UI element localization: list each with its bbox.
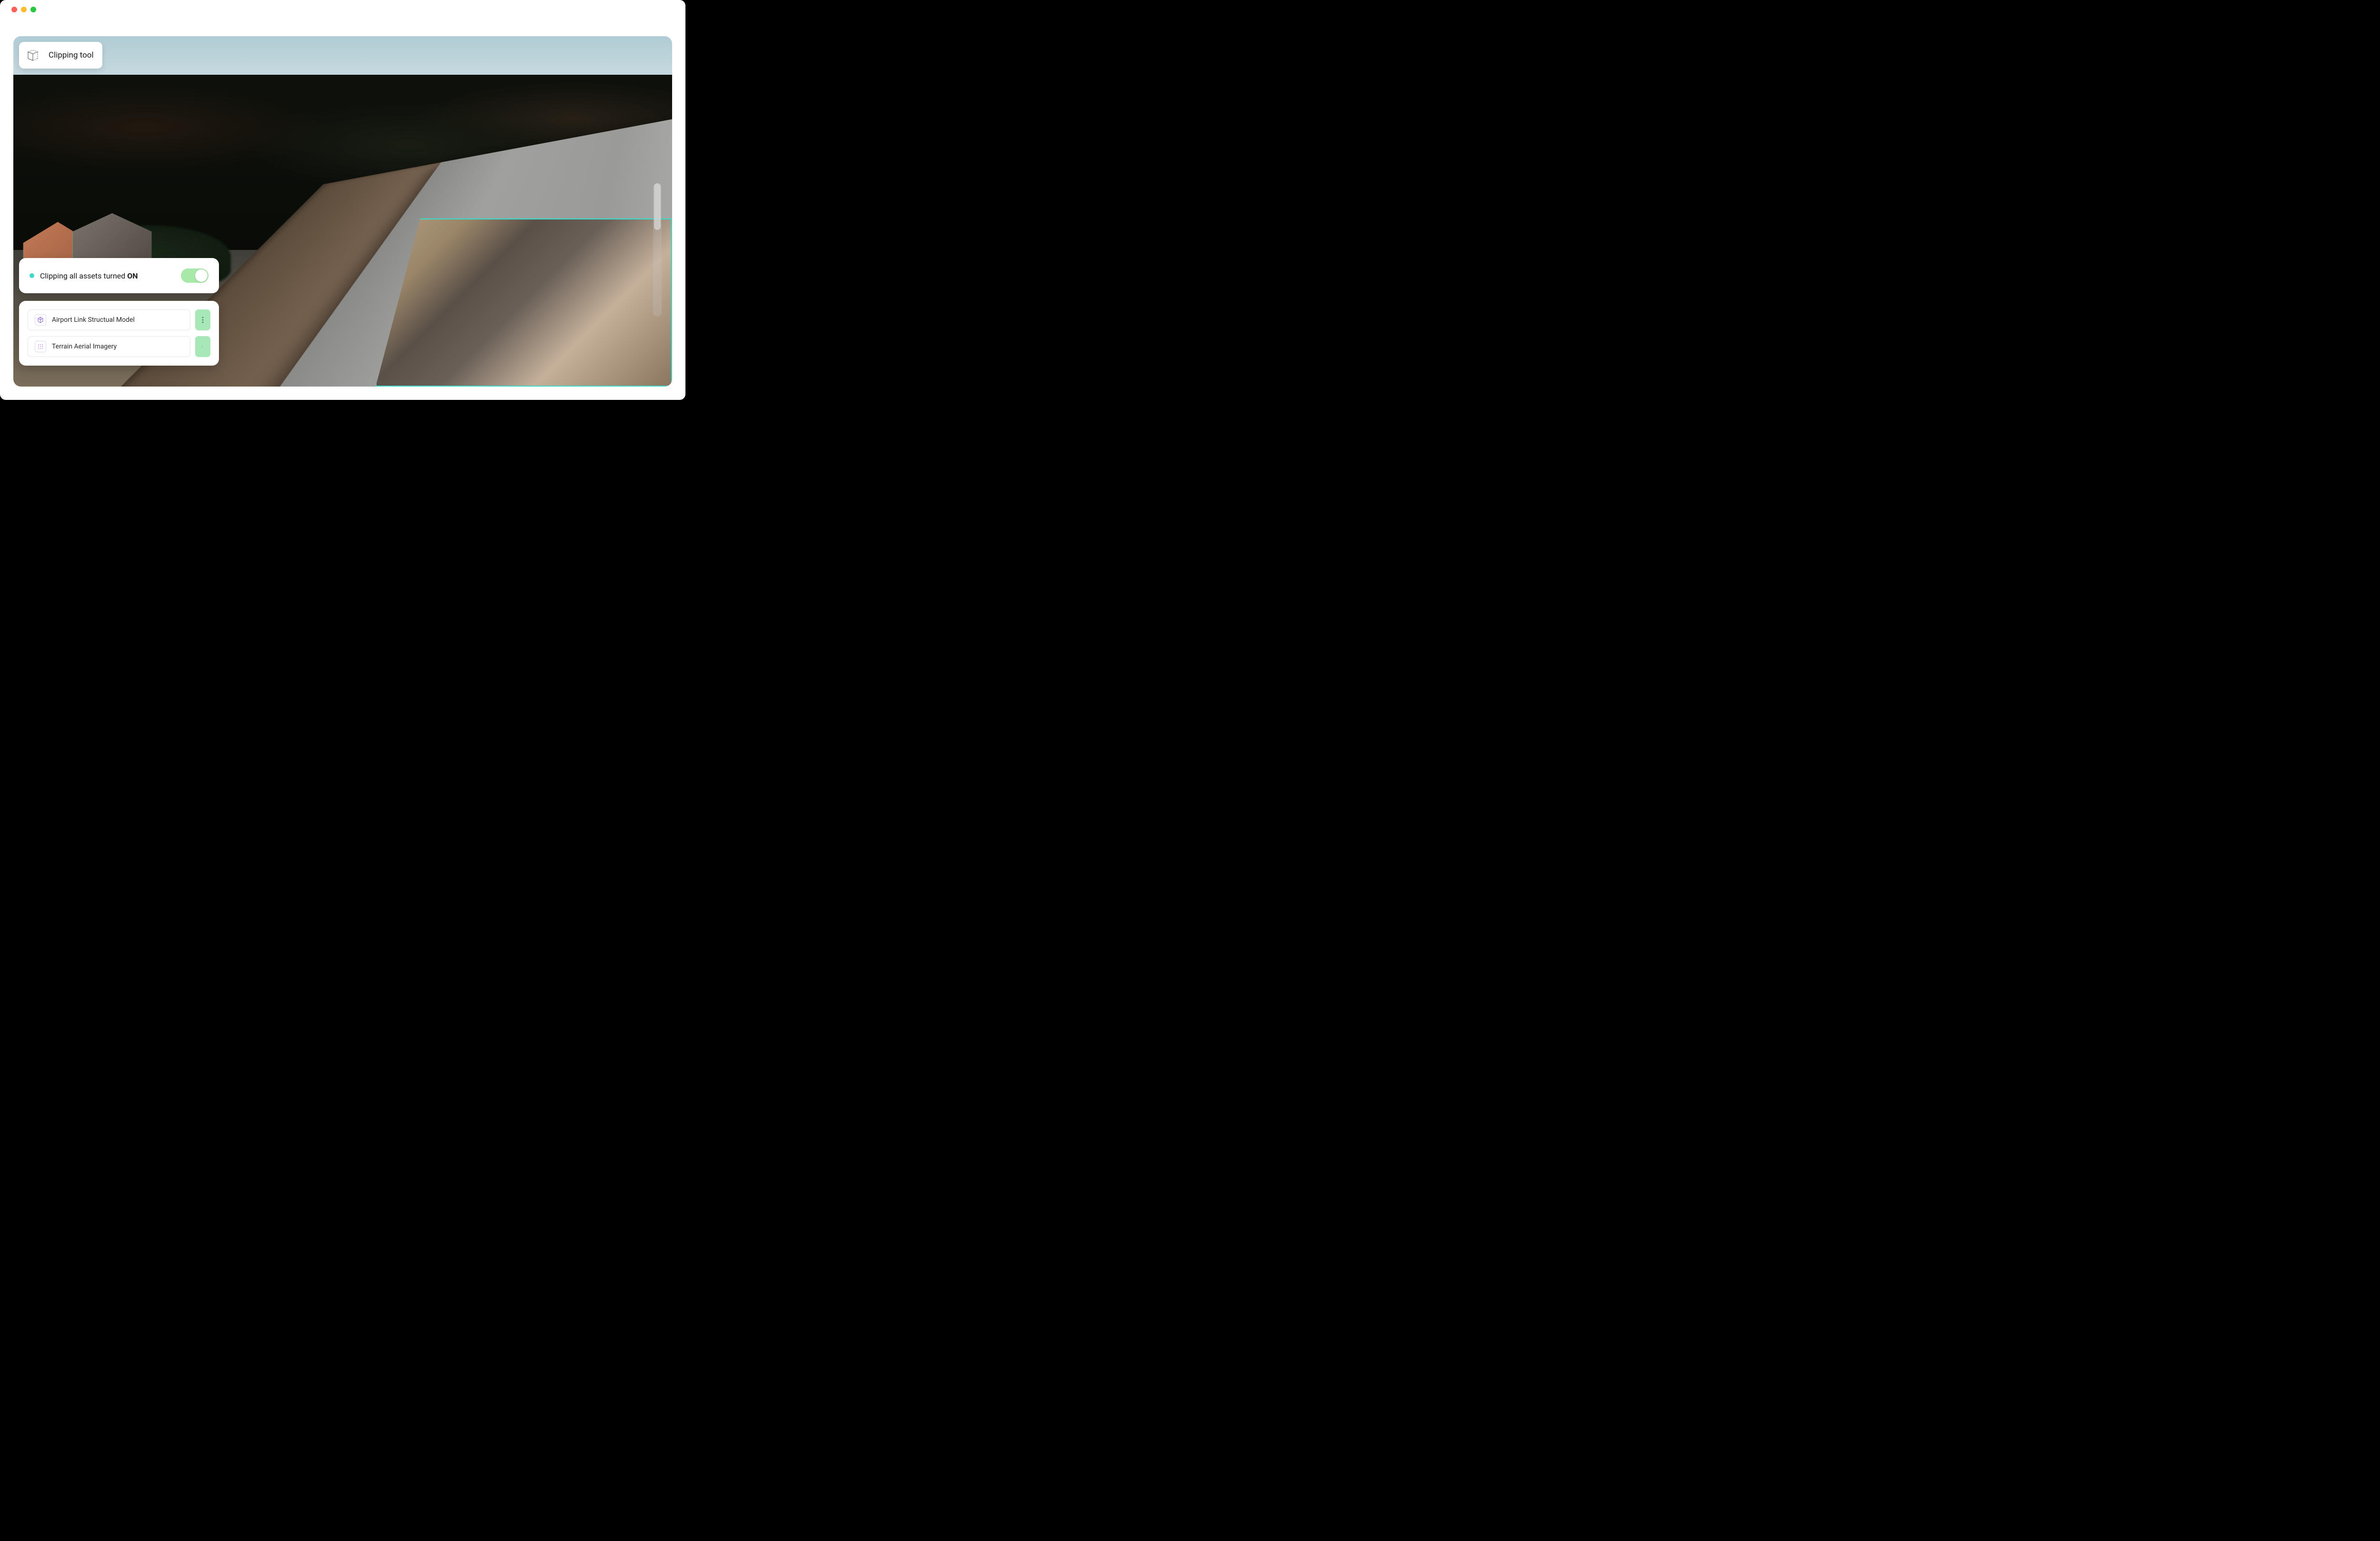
more-vertical-icon bbox=[202, 343, 204, 350]
viewport-scrollbar[interactable] bbox=[653, 183, 662, 317]
clipping-tool-icon bbox=[25, 47, 42, 64]
titlebar bbox=[0, 0, 685, 19]
asset-item[interactable]: Airport Link Structual Model bbox=[28, 309, 190, 330]
asset-label: Terrain Aerial Imagery bbox=[52, 343, 117, 350]
asset-row: Terrain Aerial Imagery bbox=[28, 336, 210, 357]
clipping-toggle[interactable] bbox=[181, 268, 208, 283]
viewport-scrollbar-thumb[interactable] bbox=[654, 183, 661, 230]
maximize-window-button[interactable] bbox=[30, 7, 36, 12]
clipping-status-panel: Clipping all assets turned ON bbox=[19, 258, 219, 293]
grid-icon bbox=[35, 341, 46, 352]
toggle-knob bbox=[195, 269, 208, 282]
asset-row: Airport Link Structual Model bbox=[28, 309, 210, 330]
status-indicator-dot bbox=[30, 273, 34, 278]
clipping-status: Clipping all assets turned ON bbox=[30, 271, 138, 280]
asset-more-button[interactable] bbox=[195, 309, 210, 330]
asset-label: Airport Link Structual Model bbox=[52, 316, 135, 324]
close-window-button[interactable] bbox=[11, 7, 17, 12]
cube-icon bbox=[35, 314, 46, 326]
window-controls bbox=[11, 7, 36, 12]
clipping-status-text: Clipping all assets turned ON bbox=[40, 271, 138, 280]
active-tool-chip[interactable]: Clipping tool bbox=[19, 42, 102, 69]
scene-sky bbox=[13, 36, 672, 78]
app-window: Clipping tool Clipping all assets turned… bbox=[0, 0, 685, 400]
asset-more-button[interactable] bbox=[195, 336, 210, 357]
minimize-window-button[interactable] bbox=[21, 7, 27, 12]
active-tool-label: Clipping tool bbox=[49, 50, 94, 60]
more-vertical-icon bbox=[202, 317, 204, 323]
asset-item[interactable]: Terrain Aerial Imagery bbox=[28, 336, 190, 357]
assets-panel: Airport Link Structual Model bbox=[19, 301, 219, 366]
scene-ground-clipped bbox=[376, 219, 672, 387]
